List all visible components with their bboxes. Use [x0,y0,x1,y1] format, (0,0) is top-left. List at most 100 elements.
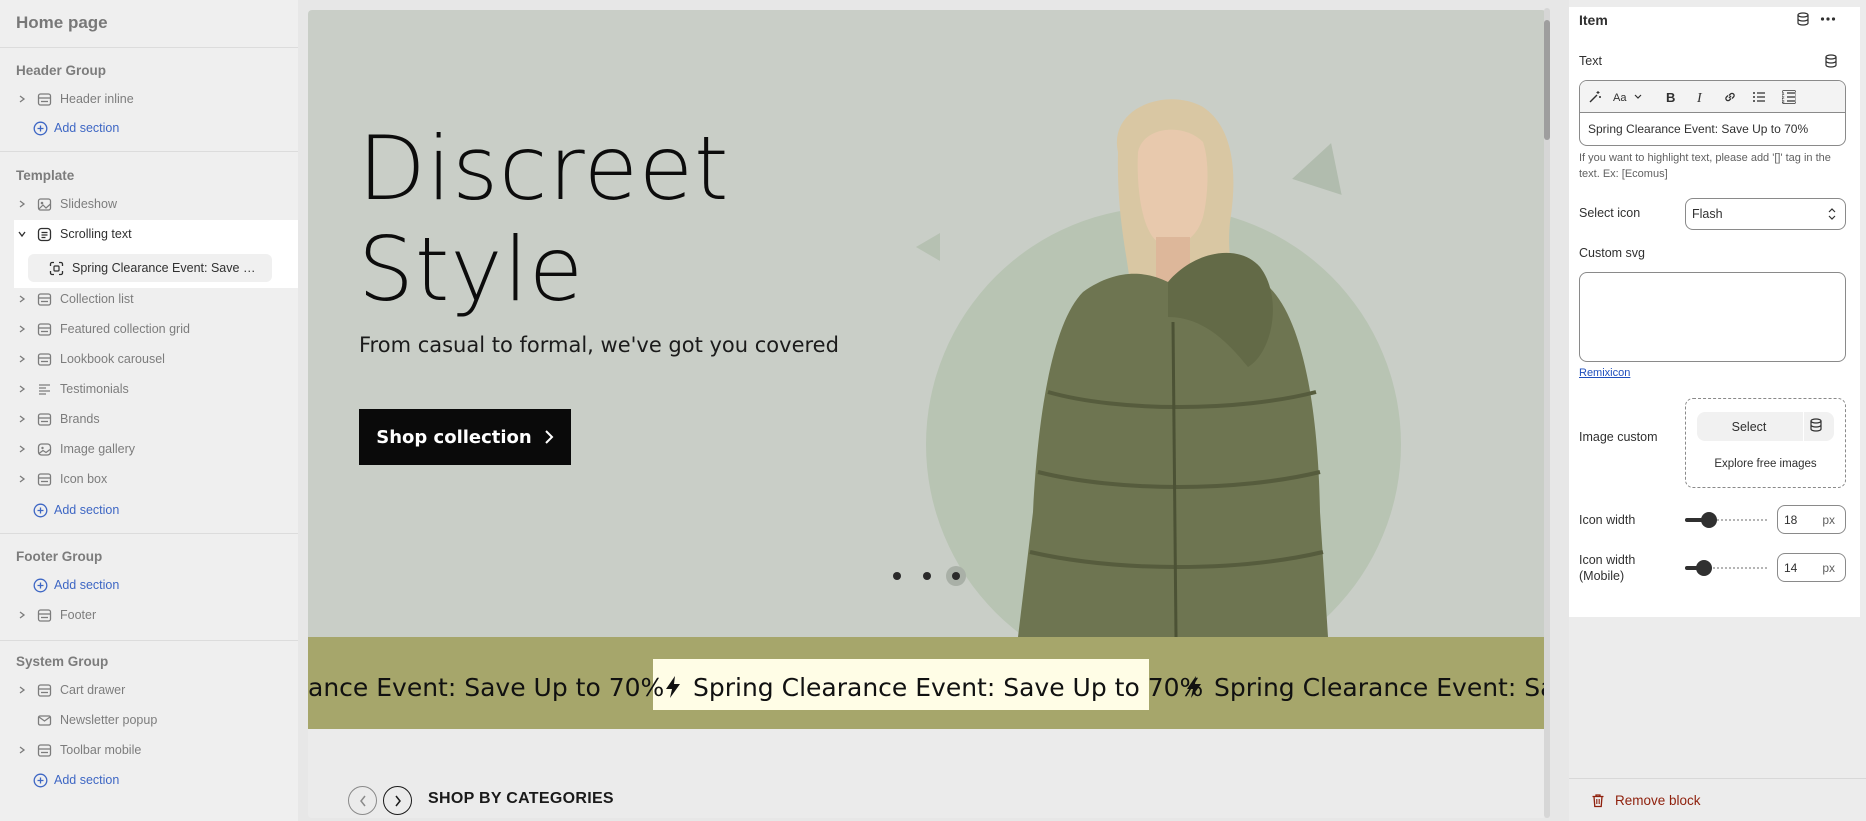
icon-width-mobile-input[interactable]: 14 px [1777,553,1846,582]
more-horizontal-icon[interactable] [1820,12,1836,26]
database-icon[interactable] [1796,12,1810,26]
add-section-button-template[interactable]: Add section [33,500,119,520]
sidebar-item-newsletter-popup[interactable]: Newsletter popup [14,706,298,734]
custom-svg-textarea[interactable] [1579,272,1846,362]
trash-icon [1591,793,1605,808]
link-icon[interactable] [1720,87,1740,107]
icon-width-input[interactable]: 18 px [1777,505,1846,534]
magic-wand-icon[interactable] [1585,87,1605,107]
add-section-button-header[interactable]: Add section [33,118,119,138]
chevron-right-icon[interactable] [14,411,30,427]
sidebar-item-label: Cart drawer [60,683,126,697]
sidebar-item-testimonials[interactable]: Testimonials [14,375,298,403]
chevron-right-icon[interactable] [14,682,30,698]
slide-dot-3[interactable] [952,572,960,580]
list-icon [34,379,54,399]
icon-width-slider-handle[interactable] [1701,512,1717,528]
numbered-list-icon[interactable]: 123 [1779,87,1799,107]
chevron-down-icon[interactable] [14,226,30,242]
chevron-right-icon[interactable] [14,91,30,107]
chevron-right-icon[interactable] [14,291,30,307]
marquee-item-selected[interactable]: Spring Clearance Event: Save Up to 70% [665,662,1203,712]
sidebar-item-label: Brands [60,412,100,426]
icon-width-mobile-slider-handle[interactable] [1696,560,1712,576]
chevron-left-icon [359,795,367,807]
add-section-button-system[interactable]: Add section [33,770,119,790]
sidebar-item-lookbook-carousel[interactable]: Lookbook carousel [14,345,298,373]
group-footer-label: Footer Group [16,549,103,564]
marquee-item-partial-left: ance Event: Save Up to 70% [308,662,664,712]
editor-content[interactable]: Spring Clearance Event: Save Up to 70% [1588,122,1808,136]
sidebar-item-label: Slideshow [60,197,117,211]
add-section-button-footer[interactable]: Add section [33,575,119,595]
sidebar-item-toolbar-mobile[interactable]: Toolbar mobile [14,736,298,764]
chevron-right-icon[interactable] [14,196,30,212]
image-gallery-icon [34,439,54,459]
chevron-right-icon[interactable] [14,441,30,457]
rich-text-editor[interactable]: Aa B I 123 Spring Clearance Event: Save … [1579,80,1846,146]
slide-dot-2[interactable] [923,572,931,580]
block-item-spring-clearance[interactable]: Spring Clearance Event: Save U... [28,254,272,282]
select-icon-dropdown[interactable]: Flash [1685,198,1846,230]
sidebar-item-image-gallery[interactable]: Image gallery [14,435,298,463]
sidebar-item-header-inline[interactable]: Header inline [14,85,298,113]
unit-label: px [1822,513,1835,527]
chevron-right-icon[interactable] [14,381,30,397]
remove-block-button[interactable]: Remove block [1591,793,1701,808]
plus-circle-icon [33,121,48,136]
marquee-text: Spring Clearance Event: Save [1214,672,1546,702]
scrolling-text-section: ance Event: Save Up to 70% Spring Cleara… [308,637,1546,729]
sidebar-item-cart-drawer[interactable]: Cart drawer [14,676,298,704]
database-icon[interactable] [1809,418,1823,432]
add-section-label: Add section [54,503,120,517]
divider [0,533,298,534]
categories-title: SHOP BY CATEGORIES [428,790,614,807]
categories-next-button[interactable] [383,786,412,815]
flash-icon [665,675,681,699]
hero-slideshow: Discreet Style From casual to formal, we… [308,10,1546,682]
bullet-list-icon[interactable] [1749,87,1769,107]
preview-scrollbar-thumb[interactable] [1544,20,1550,140]
svg-text:B: B [1666,90,1675,104]
chevron-right-icon[interactable] [14,321,30,337]
sidebar-item-featured-collection-grid[interactable]: Featured collection grid [14,315,298,343]
bold-icon[interactable]: B [1660,87,1680,107]
font-size-icon[interactable]: Aa [1612,87,1646,107]
chevron-right-icon[interactable] [14,607,30,623]
sidebar-item-slideshow[interactable]: Slideshow [14,190,298,218]
explore-free-images-link[interactable]: Explore free images [1685,458,1846,470]
add-section-label: Add section [54,121,120,135]
select-icon-value: Flash [1692,207,1723,221]
sidebar-item-footer[interactable]: Footer [14,601,298,629]
sidebar-item-icon-box[interactable]: Icon box [14,465,298,493]
sidebar-item-label: Newsletter popup [60,713,158,727]
text-label: Text [1579,54,1602,68]
slide-dot-1[interactable] [893,572,901,580]
italic-icon[interactable]: I [1690,87,1710,107]
divider [1569,778,1866,779]
scrolling-text-icon [34,224,54,244]
icon-width-label: Icon width [1579,513,1636,527]
sidebar-item-scrolling-text[interactable]: Scrolling text [14,220,298,248]
categories-prev-button[interactable] [348,786,377,815]
hero-model-image [1018,99,1328,637]
select-icon-label: Select icon [1579,206,1641,220]
store-preview: Discreet Style From casual to formal, we… [308,10,1546,818]
chevron-right-icon[interactable] [14,742,30,758]
section-table-icon [34,289,54,309]
sidebar-item-label: Header inline [60,92,134,106]
add-section-label: Add section [54,773,120,787]
chevron-right-icon[interactable] [14,351,30,367]
remixicon-link[interactable]: Remixicon [1579,367,1630,379]
panel-title: Item [1579,12,1608,28]
sidebar-item-label: Lookbook carousel [60,352,165,366]
shop-collection-button[interactable]: Shop collection [359,409,571,465]
chevron-right-icon[interactable] [14,471,30,487]
sidebar-item-collection-list[interactable]: Collection list [14,285,298,313]
image-select-button[interactable]: Select [1697,412,1801,441]
chevron-right-icon [544,430,554,444]
marquee-item-partial-right: Spring Clearance Event: Save [1186,662,1546,712]
database-icon[interactable] [1824,54,1838,68]
sidebar-item-brands[interactable]: Brands [14,405,298,433]
